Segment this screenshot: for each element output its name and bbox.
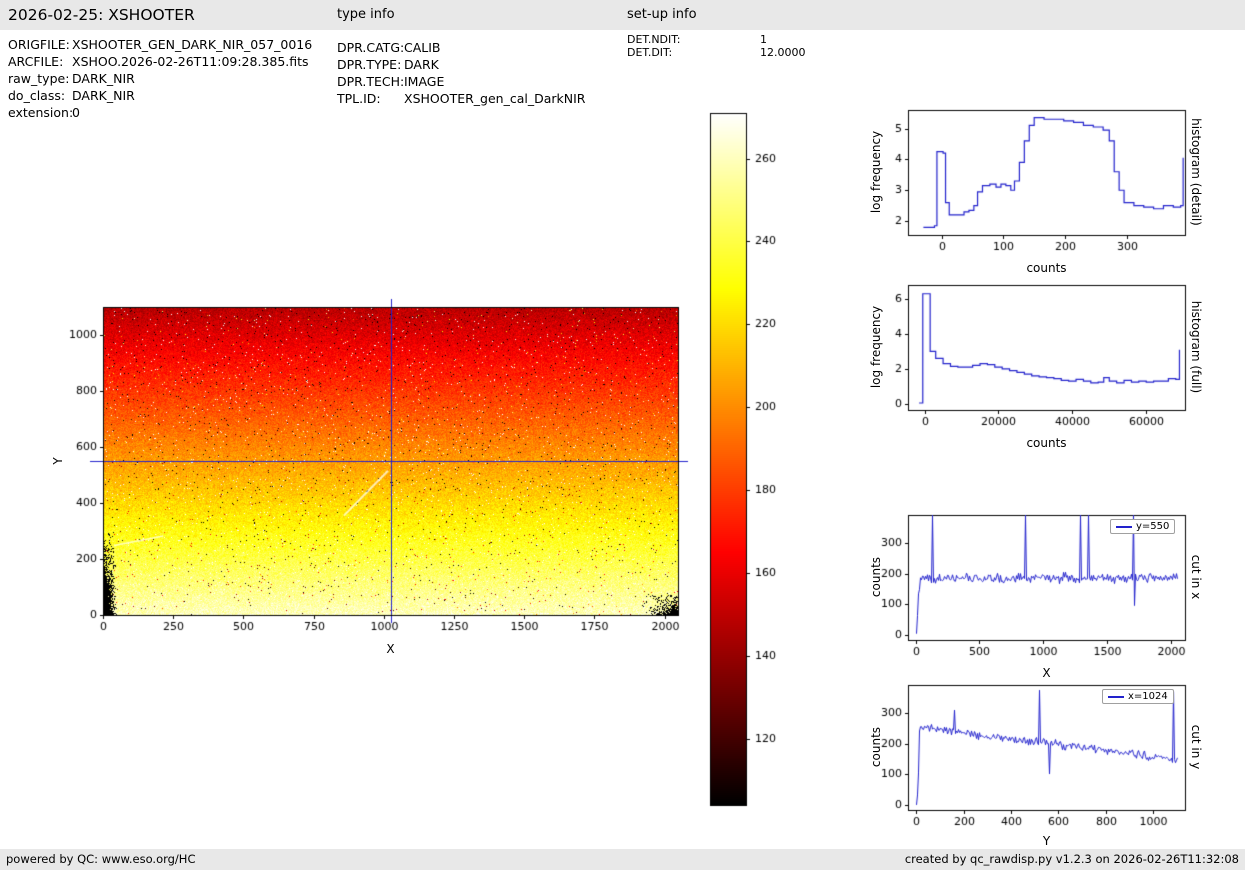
meta-value: XSHOO.2026-02-26T11:09:28.385.fits [72, 54, 309, 69]
meta-value: XSHOOTER_GEN_DARK_NIR_057_0016 [72, 37, 313, 52]
legend-line-sample [1108, 695, 1124, 698]
meta-label: do_class: [8, 88, 66, 103]
hist-full-xlabel: counts [1026, 436, 1067, 450]
type-info-heading: type info [337, 7, 395, 22]
row-extension: extension:0 [8, 104, 312, 121]
detector-image-canvas [55, 293, 715, 663]
meta-value: IMAGE [404, 74, 445, 89]
row-det-dit: DET.DIT: 12.0000 [627, 46, 806, 59]
footer-right-text: created by qc_rawdisp.py v1.2.3 on 2026-… [904, 852, 1239, 866]
legend-cut-x-label: y=550 [1136, 521, 1170, 532]
meta-value: XSHOOTER_gen_cal_DarkNIR [404, 91, 586, 106]
cut-x-xlabel: X [1042, 666, 1051, 680]
meta-label: DPR.CATG: [337, 40, 405, 55]
legend-cut-y-label: x=1024 [1128, 691, 1168, 702]
cut-y-ylabel: counts [869, 726, 883, 768]
legend-line-sample [1116, 525, 1132, 528]
meta-label: raw_type: [8, 71, 70, 86]
meta-value: 0 [72, 105, 80, 120]
meta-value: DARK_NIR [72, 88, 135, 103]
qc-report-page: 2026-02-25: XSHOOTER type info set-up in… [0, 0, 1245, 870]
legend-cut-x: y=550 [1110, 519, 1176, 534]
row-dpr-catg: DPR.CATG:CALIB [337, 39, 585, 56]
row-tpl-id: TPL.ID: XSHOOTER_gen_cal_DarkNIR [337, 90, 585, 107]
cut-y-right-label: cut in y [1189, 724, 1203, 770]
cut-x-ylabel: counts [869, 556, 883, 598]
row-raw-type: raw_type: DARK_NIR [8, 70, 312, 87]
meta-value: 12.0000 [760, 46, 806, 59]
hist-detail-ylabel: log frequency [869, 130, 883, 214]
row-arcfile: ARCFILE: XSHOO.2026-02-26T11:09:28.385.fi… [8, 53, 312, 70]
row-do-class: do_class: DARK_NIR [8, 87, 312, 104]
meta-value: DARK [404, 57, 439, 72]
meta-value: CALIB [404, 40, 441, 55]
type-info-block: DPR.CATG:CALIB DPR.TYPE: DARK DPR.TECH:IM… [337, 39, 585, 107]
meta-value: 1 [760, 33, 767, 46]
hist-detail-xlabel: counts [1026, 261, 1067, 275]
meta-label: TPL.ID: [337, 91, 381, 106]
row-det-ndit: DET.NDIT: 1 [627, 33, 806, 46]
histogram-detail-canvas [858, 100, 1198, 262]
meta-label: DPR.TYPE: [337, 57, 402, 72]
meta-label: DET.NDIT: [627, 33, 681, 46]
setup-info-heading: set-up info [627, 7, 697, 22]
hist-detail-right-label: histogram (detail) [1189, 118, 1203, 226]
row-dpr-type: DPR.TYPE: DARK [337, 56, 585, 73]
meta-label: extension: [8, 105, 74, 120]
page-title: 2026-02-25: XSHOOTER [8, 6, 195, 24]
main-plot-ylabel: Y [51, 457, 65, 465]
setup-info-block: DET.NDIT: 1 DET.DIT: 12.0000 [627, 33, 806, 59]
row-dpr-tech: DPR.TECH:IMAGE [337, 73, 585, 90]
histogram-full-canvas [858, 275, 1198, 437]
legend-cut-y: x=1024 [1102, 689, 1174, 704]
meta-label: DPR.TECH: [337, 74, 405, 89]
colorbar-canvas [698, 105, 803, 820]
meta-value: DARK_NIR [72, 71, 135, 86]
footer-bar: powered by QC: www.eso.org/HC created by… [0, 849, 1245, 870]
cut-x-right-label: cut in x [1189, 554, 1203, 600]
row-origfile: ORIGFILE: XSHOOTER_GEN_DARK_NIR_057_0016 [8, 36, 312, 53]
footer-left-text: powered by QC: www.eso.org/HC [6, 852, 196, 866]
hist-full-right-label: histogram (full) [1189, 300, 1203, 394]
main-plot-xlabel: X [386, 642, 395, 656]
meta-label: DET.DIT: [627, 46, 673, 59]
hist-full-ylabel: log frequency [869, 305, 883, 389]
file-info-block: ORIGFILE: XSHOOTER_GEN_DARK_NIR_057_0016 … [8, 36, 312, 121]
header-bar: 2026-02-25: XSHOOTER type info set-up in… [0, 0, 1245, 30]
cut-y-xlabel: Y [1042, 834, 1051, 848]
meta-label: ARCFILE: [8, 54, 64, 69]
meta-label: ORIGFILE: [8, 37, 70, 52]
